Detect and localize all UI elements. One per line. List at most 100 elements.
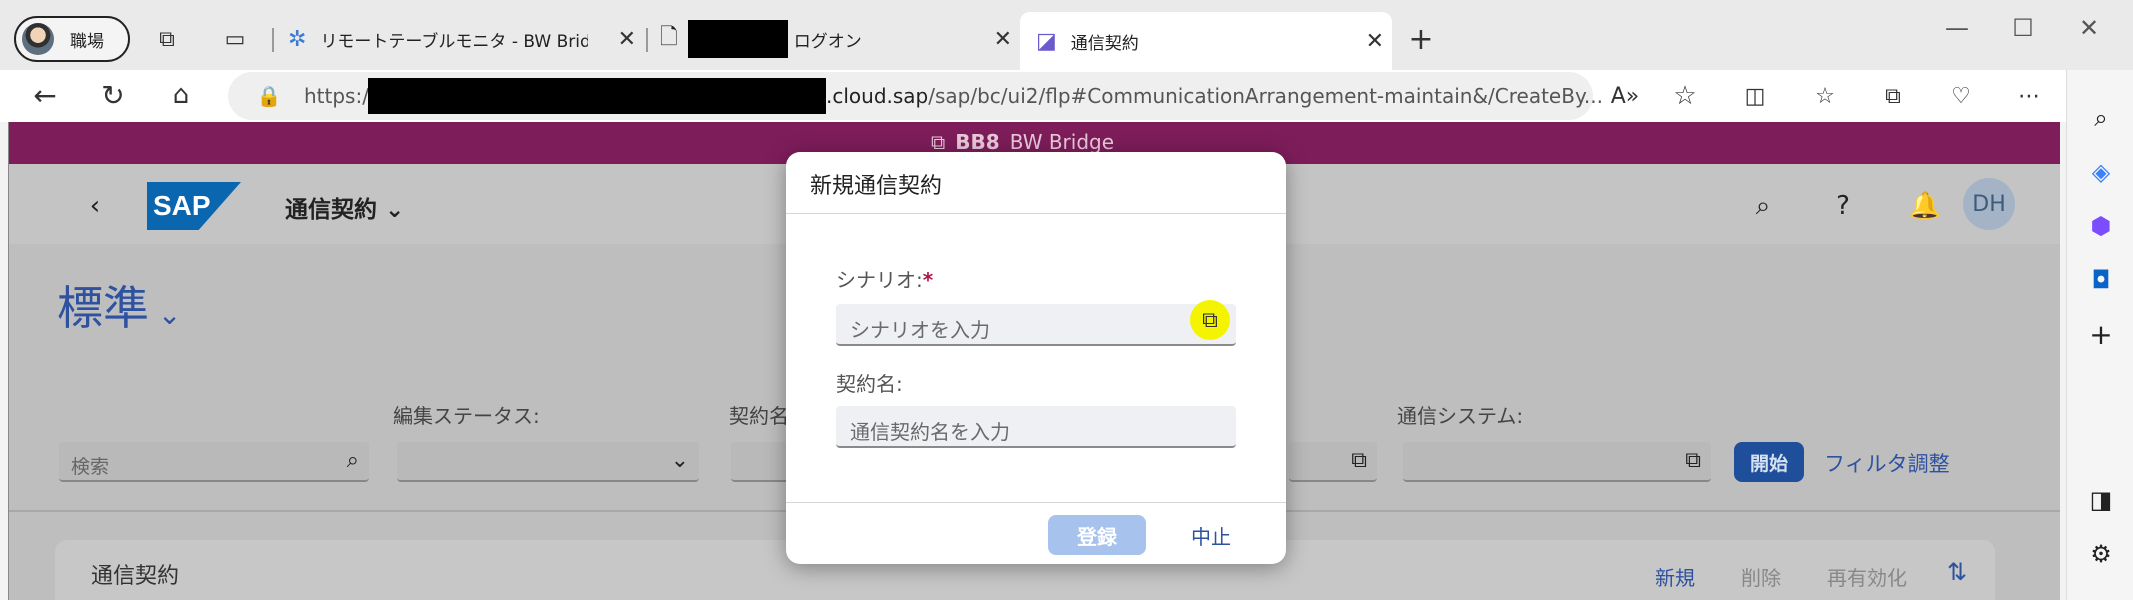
dialog-header: 新規通信契約 (786, 152, 1286, 214)
arrangement-name-input[interactable] (731, 442, 793, 482)
dialog-footer: 登録 中止 (786, 502, 1286, 564)
variant-name: 標準 (57, 281, 149, 335)
close-tab-icon[interactable]: ✕ (1366, 29, 1384, 54)
new-arrangement-dialog: 新規通信契約 シナリオ:* シナリオを入力 契約名: 通信契約名を入力 登録 中… (786, 152, 1286, 564)
tab-separator (272, 28, 274, 52)
edge-sidebar: ⌕ ◈ ⬢ ◘ + ◨ ⚙ (2066, 70, 2133, 600)
favorite-star-icon[interactable]: ☆ (1668, 79, 1702, 113)
reload-icon[interactable]: ↻ (96, 78, 130, 112)
browser-tab-bar: 職場 ⧉ ▭ ✲ リモートテーブルモニタ - BW Bridge (S ✕ 🗋 … (0, 0, 2133, 70)
redacted-block (687, 20, 788, 58)
sap-favicon-icon: ✲ (288, 26, 307, 52)
close-tab-icon[interactable]: ✕ (618, 27, 636, 52)
required-mark: * (922, 268, 934, 292)
profile-name: 職場 (70, 31, 104, 52)
sidebar-add-icon[interactable]: + (2083, 316, 2119, 352)
tab-label: 通信契約 (1070, 33, 1139, 54)
scenario-value-help-icon[interactable]: ⧉ (1190, 300, 1230, 340)
home-icon[interactable]: ⌂ (164, 78, 198, 112)
user-avatar[interactable]: DH (1963, 178, 2015, 230)
scenario-label-text: シナリオ: (836, 268, 923, 292)
browser-nav-bar: ← ↻ ⌂ 🔒 https:// .cloud.sap/sap/bc/ui2/f… (0, 70, 2133, 122)
url-path: .cloud.sap/sap/bc/ui2/flp#CommunicationA… (826, 84, 1603, 108)
read-aloud-icon[interactable]: A» (1608, 79, 1642, 113)
more-options-icon[interactable]: ⋯ (2012, 79, 2046, 113)
redacted-block (368, 78, 826, 114)
url-domain: .cloud.sap (826, 84, 929, 108)
address-bar[interactable]: 🔒 https:// .cloud.sap/sap/bc/ui2/flp#Com… (228, 72, 1697, 120)
table-title: 通信契約 (91, 564, 180, 589)
tab-actions-icon[interactable]: ▭ (218, 22, 252, 56)
arrangement-name-label: 契約名: (836, 372, 903, 396)
shell-back-icon[interactable]: ‹ (75, 186, 115, 226)
search-input[interactable]: 検索 ⌕ (59, 442, 369, 482)
delete-button[interactable]: 削除 (1741, 562, 1781, 591)
app-title-menu[interactable]: 通信契約 ⌄ (285, 190, 404, 224)
tab-logon[interactable]: 🗋 ログオン ✕ (660, 16, 1020, 62)
chevron-down-icon: ⌄ (149, 298, 182, 331)
profile-avatar (22, 23, 54, 55)
app-title: 通信契約 (285, 197, 377, 223)
help-icon[interactable]: ? (1823, 186, 1863, 226)
sidebar-layout-icon[interactable]: ◨ (2083, 482, 2119, 518)
system-id: BB8 (955, 130, 1000, 154)
comm-system-input[interactable]: ⧉ (1403, 442, 1711, 482)
tab-label: リモートテーブルモニタ - BW Bridge (S (320, 31, 589, 52)
url-prefix: https:// (304, 84, 376, 108)
variant-selector[interactable]: 標準 ⌄ (57, 272, 181, 338)
tab-label: ログオン (793, 31, 862, 52)
back-icon[interactable]: ← (28, 78, 62, 112)
create-button[interactable]: 新規 (1655, 562, 1695, 591)
adapt-filters-link[interactable]: フィルタ調整 (1824, 448, 1950, 478)
sidebar-shopping-icon[interactable]: ◈ (2083, 154, 2119, 190)
value-help-icon[interactable]: ⧉ (1351, 448, 1367, 473)
name-placeholder: 通信契約名を入力 (850, 420, 1010, 444)
shell-search-icon[interactable]: ⌕ (1743, 186, 1783, 226)
edit-status-label: 編集ステータス: (393, 404, 540, 428)
sidebar-outlook-icon[interactable]: ◘ (2083, 262, 2119, 298)
arrangement-name-input[interactable]: 通信契約名を入力 (836, 406, 1236, 448)
scenario-label: シナリオ:* (836, 264, 933, 293)
chevron-down-icon: ⌄ (385, 197, 405, 223)
sap-logo[interactable]: SAP (147, 182, 241, 230)
edit-status-select[interactable]: ⌄ (397, 442, 699, 482)
profile-button[interactable]: 職場 (14, 16, 130, 62)
app-favicon-icon: ◪ (1036, 28, 1057, 54)
scenario-placeholder: シナリオを入力 (850, 318, 990, 342)
comm-system-label: 通信システム: (1397, 404, 1524, 428)
notifications-icon[interactable]: 🔔 (1905, 186, 1945, 226)
split-screen-icon[interactable]: ◫ (1738, 79, 1772, 113)
value-help-icon[interactable]: ⧉ (1685, 448, 1701, 473)
minimize-icon[interactable]: — (1932, 8, 1982, 48)
lock-icon[interactable]: 🔒 (252, 79, 286, 113)
sidebar-search-icon[interactable]: ⌕ (2083, 100, 2119, 136)
go-button[interactable]: 開始 (1734, 442, 1804, 482)
search-icon[interactable]: ⌕ (347, 448, 359, 473)
maximize-icon[interactable]: ☐ (1998, 8, 2048, 48)
system-name: BW Bridge (1009, 130, 1115, 154)
scenario-input[interactable]: シナリオを入力 (836, 304, 1236, 346)
scenario-filter-input[interactable]: ⧉ (1289, 442, 1377, 482)
page-favicon-icon: 🗋 (660, 25, 678, 50)
search-placeholder: 検索 (71, 456, 110, 478)
close-tab-icon[interactable]: ✕ (994, 27, 1012, 52)
reactivate-button[interactable]: 再有効化 (1827, 562, 1907, 591)
system-icon: ⧉ (931, 130, 946, 154)
dialog-title: 新規通信契約 (810, 174, 943, 199)
favorites-icon[interactable]: ☆ (1808, 79, 1842, 113)
browser-essentials-icon[interactable]: ♡ (1944, 79, 1978, 113)
tab-communication-arrangement[interactable]: ◪ 通信契約 ✕ (1020, 12, 1392, 70)
new-tab-button[interactable]: + (1404, 22, 1438, 57)
sidebar-settings-icon[interactable]: ⚙ (2083, 536, 2119, 572)
url-rest: /sap/bc/ui2/flp#CommunicationArrangement… (928, 84, 1604, 108)
sidebar-m365-icon[interactable]: ⬢ (2083, 208, 2119, 244)
tab-remote-table-monitor[interactable]: ✲ リモートテーブルモニタ - BW Bridge (S ✕ (288, 16, 644, 62)
tab-separator (646, 28, 648, 52)
workspaces-icon[interactable]: ⧉ (150, 22, 184, 56)
register-button[interactable]: 登録 (1048, 515, 1146, 555)
sort-icon[interactable]: ⇅ (1947, 558, 1967, 586)
close-window-icon[interactable]: ✕ (2064, 8, 2114, 48)
cancel-button[interactable]: 中止 (1162, 515, 1260, 555)
collections-icon[interactable]: ⧉ (1876, 79, 1910, 113)
chevron-down-icon: ⌄ (670, 448, 689, 473)
